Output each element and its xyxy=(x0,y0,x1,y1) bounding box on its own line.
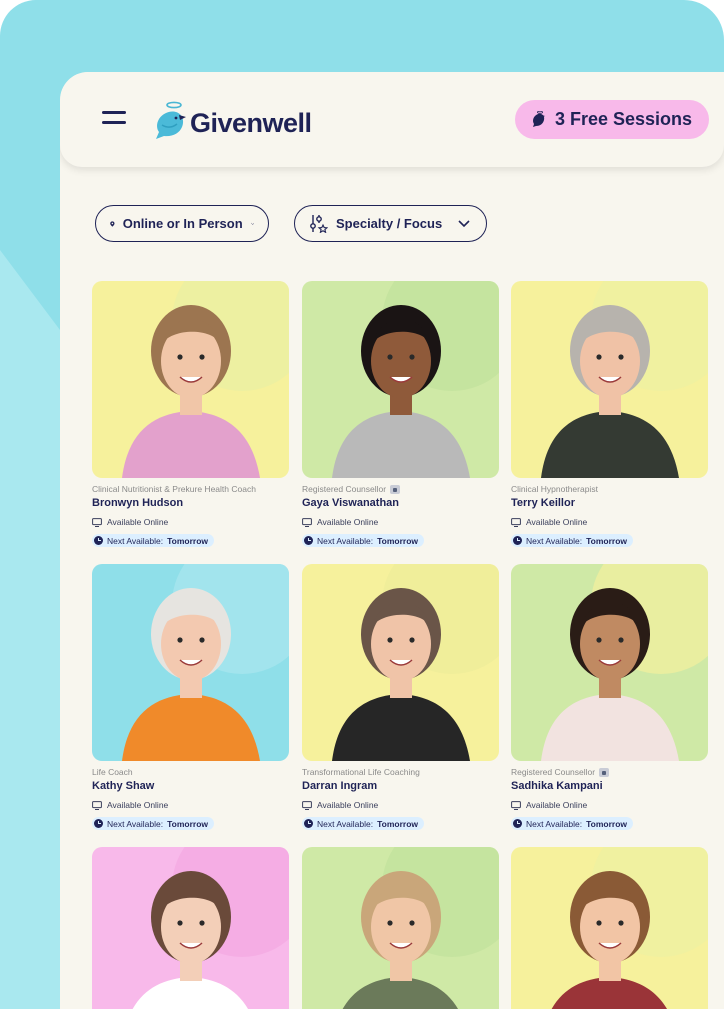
next-available-value: Tomorrow xyxy=(377,535,419,546)
practitioner-role: Registered Counsellor xyxy=(511,767,610,777)
available-online-label: Available Online xyxy=(526,800,588,810)
next-available-value: Tomorrow xyxy=(377,818,419,829)
brand-logo[interactable]: Givenwell xyxy=(152,98,312,142)
practitioner-portrait xyxy=(302,847,499,1009)
availability-row: Available Online xyxy=(511,800,587,810)
next-available-badge: Next Available: Tomorrow xyxy=(92,534,215,547)
practitioner-role: Clinical Nutritionist & Prekure Health C… xyxy=(92,484,256,494)
practitioner-role: Transformational Life Coaching xyxy=(302,767,420,777)
next-available-value: Tomorrow xyxy=(167,818,209,829)
header-bar: Givenwell 3 Free Sessions xyxy=(60,72,724,167)
clock-icon xyxy=(94,536,103,545)
next-available-prefix: Next Available: xyxy=(317,818,374,829)
app-window: Givenwell 3 Free Sessions Online or In P… xyxy=(60,72,724,1009)
monitor-icon xyxy=(302,800,312,810)
clock-icon xyxy=(94,819,103,828)
clock-icon xyxy=(304,819,313,828)
specialty-filter-label: Specialty / Focus xyxy=(336,216,443,231)
availability-row: Available Online xyxy=(302,800,378,810)
practitioner-portrait xyxy=(302,281,499,478)
practitioner-name[interactable]: Sadhika Kampani xyxy=(511,780,603,792)
background-shape xyxy=(0,250,60,1009)
practitioner-photo[interactable] xyxy=(302,281,499,478)
available-online-label: Available Online xyxy=(317,517,379,527)
availability-row: Available Online xyxy=(302,517,378,527)
practitioner-portrait xyxy=(511,847,708,1009)
practitioner-role-label: Registered Counsellor xyxy=(511,767,596,777)
practitioner-photo[interactable] xyxy=(92,281,289,478)
practitioner-photo[interactable] xyxy=(92,847,289,1009)
practitioner-role-label: Transformational Life Coaching xyxy=(302,767,420,777)
practitioner-photo[interactable] xyxy=(511,847,708,1009)
next-available-badge: Next Available: Tomorrow xyxy=(92,817,215,830)
practitioner-role: Clinical Hypnotherapist xyxy=(511,484,598,494)
practitioner-portrait xyxy=(92,564,289,761)
available-online-label: Available Online xyxy=(107,517,169,527)
practitioner-name[interactable]: Bronwyn Hudson xyxy=(92,497,183,509)
clock-icon xyxy=(513,819,522,828)
location-filter-label: Online or In Person xyxy=(122,216,243,231)
free-sessions-button[interactable]: 3 Free Sessions xyxy=(515,100,709,139)
verified-badge-icon xyxy=(390,484,401,494)
monitor-icon xyxy=(92,800,102,810)
free-sessions-label: 3 Free Sessions xyxy=(554,109,693,129)
chevron-down-icon xyxy=(250,222,254,225)
chevron-down-icon xyxy=(458,219,470,227)
practitioner-role: Life Coach xyxy=(92,767,133,777)
practitioner-name[interactable]: Kathy Shaw xyxy=(92,780,154,792)
next-available-badge: Next Available: Tomorrow xyxy=(302,534,425,547)
availability-row: Available Online xyxy=(511,517,587,527)
next-available-prefix: Next Available: xyxy=(107,535,164,546)
practitioner-photo[interactable] xyxy=(302,564,499,761)
available-online-label: Available Online xyxy=(107,800,169,810)
clock-icon xyxy=(513,536,522,545)
specialty-filter[interactable]: Specialty / Focus xyxy=(294,205,487,242)
next-available-badge: Next Available: Tomorrow xyxy=(302,817,425,830)
clock-icon xyxy=(304,536,313,545)
practitioner-portrait xyxy=(511,281,708,478)
practitioner-name[interactable]: Darran Ingram xyxy=(302,780,377,792)
location-filter[interactable]: Online or In Person xyxy=(95,205,269,242)
next-available-prefix: Next Available: xyxy=(526,535,583,546)
location-pin-icon xyxy=(110,220,115,227)
practitioner-portrait xyxy=(92,847,289,1009)
next-available-badge: Next Available: Tomorrow xyxy=(511,817,634,830)
practitioner-portrait xyxy=(511,564,708,761)
bird-logo-icon xyxy=(156,101,186,139)
hamburger-menu-icon[interactable] xyxy=(102,109,126,127)
practitioner-name[interactable]: Gaya Viswanathan xyxy=(302,497,399,509)
availability-row: Available Online xyxy=(92,517,168,527)
brand-name: Givenwell xyxy=(190,107,312,138)
available-online-label: Available Online xyxy=(317,800,379,810)
monitor-icon xyxy=(511,517,521,527)
monitor-icon xyxy=(92,517,102,527)
practitioner-role-label: Life Coach xyxy=(92,767,133,777)
bird-icon xyxy=(532,111,545,127)
practitioner-role-label: Clinical Nutritionist & Prekure Health C… xyxy=(92,484,256,494)
next-available-value: Tomorrow xyxy=(586,818,628,829)
next-available-prefix: Next Available: xyxy=(317,535,374,546)
practitioner-photo[interactable] xyxy=(92,564,289,761)
next-available-prefix: Next Available: xyxy=(107,818,164,829)
next-available-value: Tomorrow xyxy=(586,535,628,546)
next-available-prefix: Next Available: xyxy=(526,818,583,829)
verified-badge-icon xyxy=(599,767,610,777)
next-available-badge: Next Available: Tomorrow xyxy=(511,534,634,547)
practitioner-portrait xyxy=(302,564,499,761)
practitioner-role-label: Clinical Hypnotherapist xyxy=(511,484,598,494)
practitioner-role-label: Registered Counsellor xyxy=(302,484,387,494)
availability-row: Available Online xyxy=(92,800,168,810)
practitioner-photo[interactable] xyxy=(511,564,708,761)
available-online-label: Available Online xyxy=(526,517,588,527)
sliders-icon xyxy=(310,215,328,233)
monitor-icon xyxy=(511,800,521,810)
practitioner-role: Registered Counsellor xyxy=(302,484,401,494)
practitioner-photo[interactable] xyxy=(511,281,708,478)
practitioner-name[interactable]: Terry Keillor xyxy=(511,497,575,509)
practitioner-portrait xyxy=(92,281,289,478)
monitor-icon xyxy=(302,517,312,527)
practitioner-photo[interactable] xyxy=(302,847,499,1009)
next-available-value: Tomorrow xyxy=(167,535,209,546)
